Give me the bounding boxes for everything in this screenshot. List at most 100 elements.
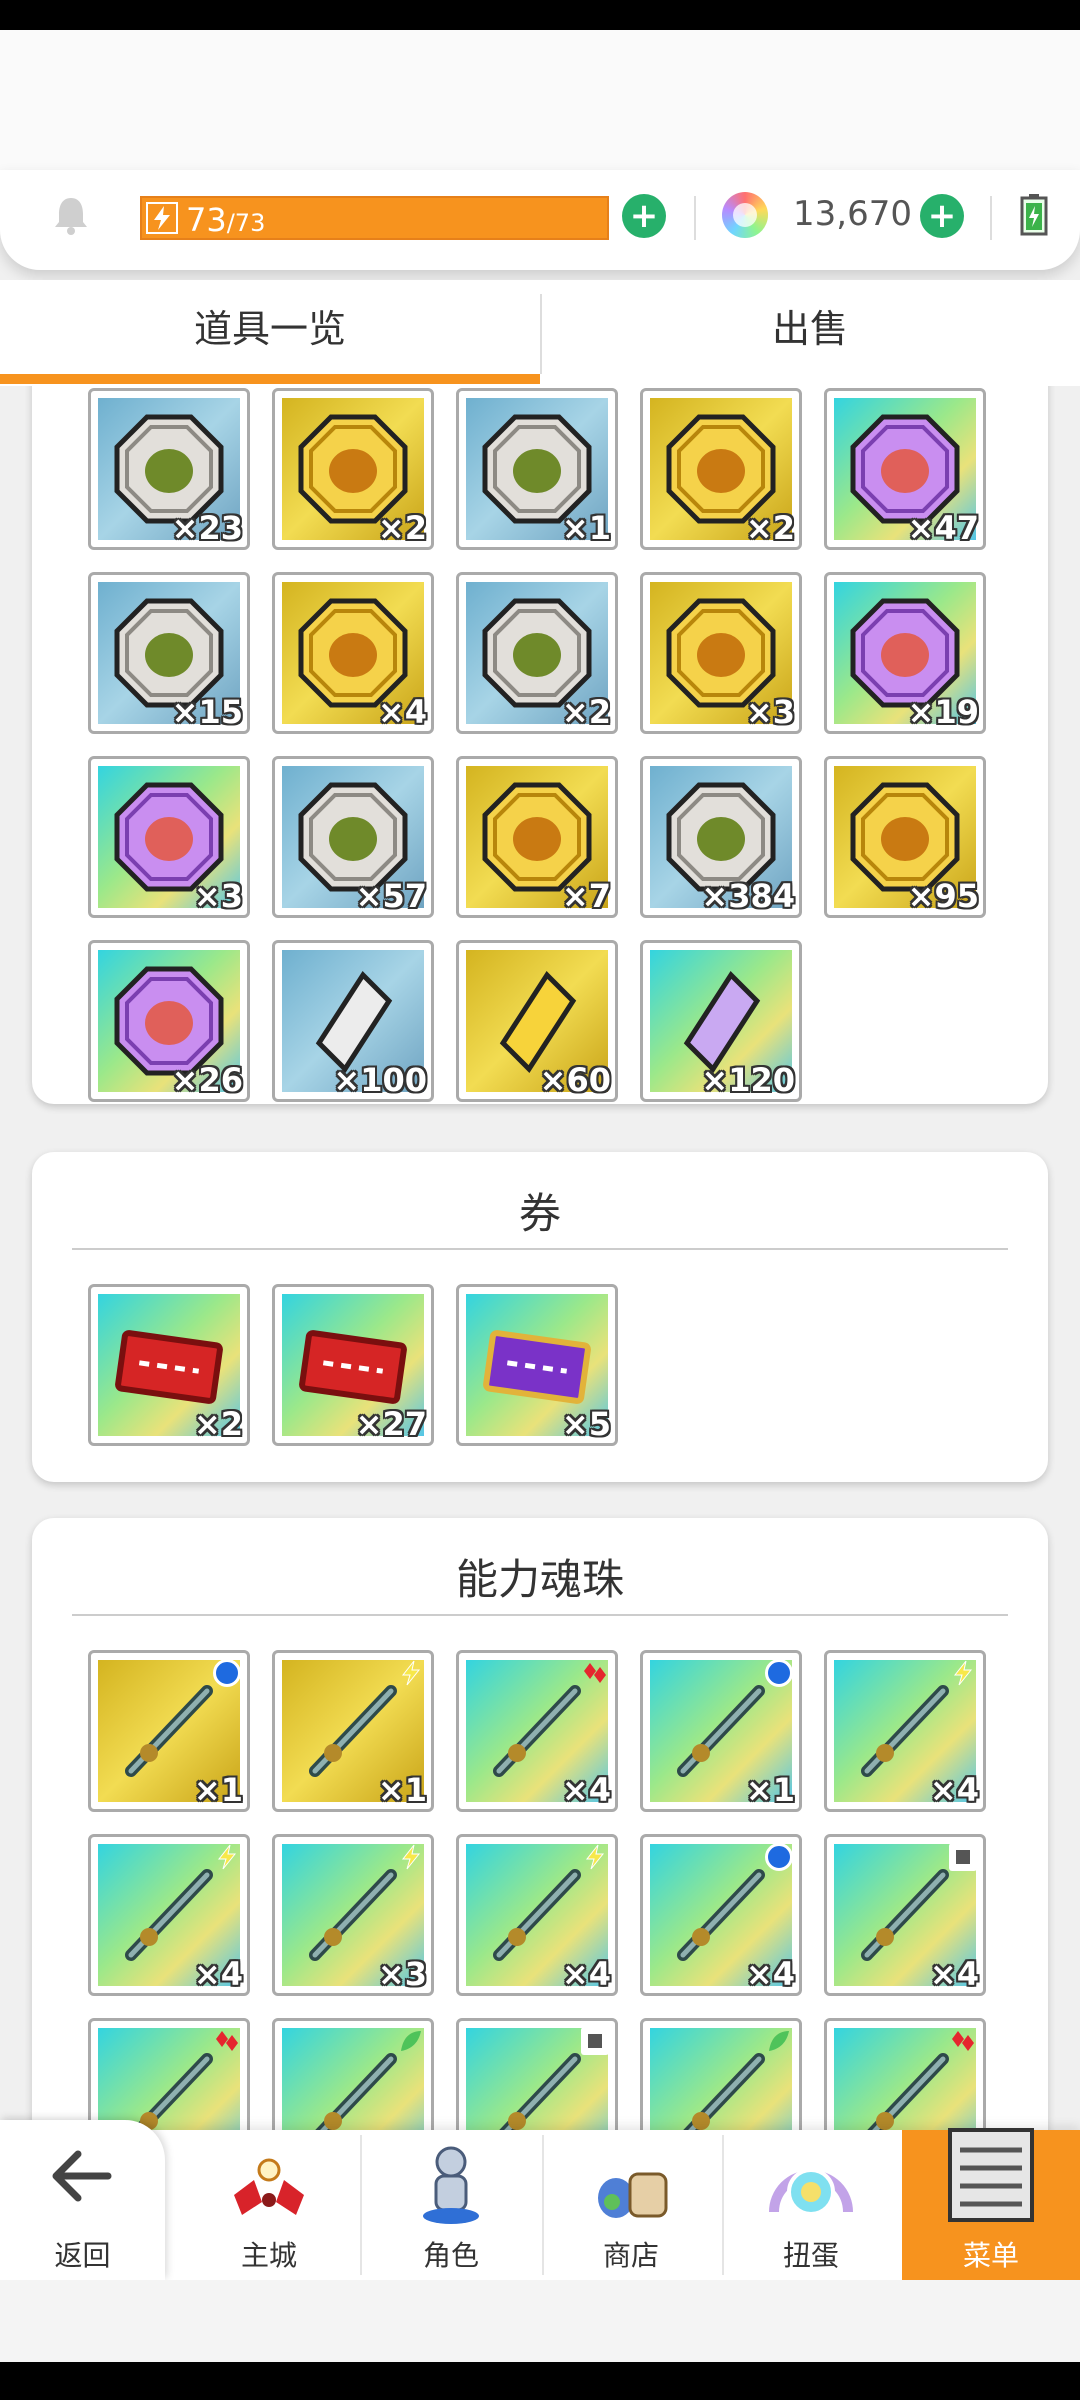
item-slot[interactable]	[272, 2018, 434, 2130]
item-slot[interactable]: ×1	[640, 1650, 802, 1812]
item-slot[interactable]: ×4	[272, 572, 434, 734]
item-quantity: ×2	[193, 1405, 243, 1443]
section-title: 能力魂珠	[455, 1555, 624, 1604]
item-slot[interactable]: ×4	[824, 1650, 986, 1812]
nav-label: 主城	[240, 2239, 297, 2272]
orb-circle-icon	[765, 1843, 793, 1871]
item-slot[interactable]	[824, 2018, 986, 2130]
item-quantity: ×4	[193, 1955, 243, 1993]
menu-icon	[948, 2128, 1034, 2222]
item-quantity: ×120	[701, 1061, 795, 1099]
item-slot[interactable]: ×23	[88, 388, 250, 550]
item-quantity: ×57	[355, 877, 427, 915]
item-slot[interactable]: ×26	[88, 940, 250, 1102]
item-slot[interactable]: ×4	[824, 1834, 986, 1996]
lightning-badge-icon	[949, 1659, 977, 1687]
nav-shop[interactable]: 商店	[542, 2130, 720, 2280]
nav-label: 角色	[422, 2239, 479, 2272]
item-quantity: ×3	[193, 877, 243, 915]
dark-axe-icon	[683, 2053, 765, 2130]
item-quantity: ×1	[745, 1771, 795, 1809]
item-slot[interactable]	[456, 2018, 618, 2130]
system-status-bar	[0, 0, 1080, 30]
nav-menu[interactable]: 菜单	[902, 2128, 1080, 2280]
gems-badge-icon	[949, 2027, 977, 2055]
nav-gacha[interactable]: 扭蛋	[722, 2130, 900, 2280]
item-slot[interactable]: ×2	[456, 572, 618, 734]
nav-label: 商店	[602, 2239, 659, 2272]
character-icon	[423, 2146, 479, 2224]
item-slot[interactable]: ×4	[640, 1834, 802, 1996]
item-quantity: ×1	[377, 1771, 427, 1809]
item-quantity: ×26	[171, 1061, 243, 1099]
item-list-scroll[interactable]: ×23 ×2 ×1 ×2 ×47 ×15 ×4 ×2 ×3 ×19 ×3 ×57 ×7 ×384 ×95 ×2…	[0, 386, 1080, 2130]
item-slot[interactable]: ×100	[272, 940, 434, 1102]
item-slot[interactable]: ×384	[640, 756, 802, 918]
energy-max: /73	[226, 209, 266, 237]
item-quantity: ×19	[907, 693, 979, 731]
energy-current: 73	[186, 201, 227, 239]
item-slot[interactable]: ×19	[824, 572, 986, 734]
section-divider	[72, 1248, 1008, 1250]
divider	[694, 196, 696, 240]
orb-circle-icon	[765, 1659, 793, 1687]
item-slot[interactable]: ×2	[272, 388, 434, 550]
lightning-icon	[146, 202, 178, 234]
item-quantity: ×3	[745, 693, 795, 731]
item-quantity: ×23	[171, 509, 243, 547]
item-slot[interactable]: ×3	[272, 1834, 434, 1996]
gems-badge-icon	[581, 1659, 609, 1687]
item-quantity: ×4	[561, 1955, 611, 1993]
arrow-left-icon	[52, 2150, 112, 2202]
item-slot[interactable]: ×1	[272, 1650, 434, 1812]
energy-bar: 73/73	[140, 196, 609, 240]
item-slot[interactable]: ×60	[456, 940, 618, 1102]
item-slot[interactable]: ×4	[88, 1834, 250, 1996]
item-slot[interactable]: ×120	[640, 940, 802, 1102]
nav-character[interactable]: 角色	[362, 2130, 540, 2280]
item-slot[interactable]: ×57	[272, 756, 434, 918]
item-quantity: ×384	[701, 877, 795, 915]
section-divider	[72, 1614, 1008, 1616]
top-spacer	[0, 30, 1080, 170]
lightning-badge-icon	[581, 1843, 609, 1871]
item-quantity: ×4	[929, 1955, 979, 1993]
item-slot[interactable]: ×27	[272, 1284, 434, 1446]
resource-hud: 73/73 + 13,670 +	[0, 170, 1080, 270]
fan-icon	[499, 2053, 581, 2130]
item-quantity: ×60	[539, 1061, 611, 1099]
item-slot[interactable]: ×4	[456, 1834, 618, 1996]
item-quantity: ×4	[377, 693, 427, 731]
item-slot[interactable]: ×1	[88, 1650, 250, 1812]
item-slot[interactable]: ×3	[640, 572, 802, 734]
item-quantity: ×4	[561, 1771, 611, 1809]
nav-label: 菜单	[962, 2239, 1019, 2272]
section-title: 券	[518, 1189, 561, 1238]
gacha-icon	[769, 2168, 853, 2216]
medal-section: ×23 ×2 ×1 ×2 ×47 ×15 ×4 ×2 ×3 ×19 ×3 ×57 ×7 ×384 ×95 ×2…	[32, 386, 1048, 1104]
item-quantity: ×47	[907, 509, 979, 547]
item-quantity: ×7	[561, 877, 611, 915]
nav-castle[interactable]: 主城	[180, 2130, 358, 2280]
item-slot[interactable]: ×95	[824, 756, 986, 918]
item-slot[interactable]: ×15	[88, 572, 250, 734]
item-slot[interactable]: ×2	[88, 1284, 250, 1446]
bell-icon[interactable]	[48, 192, 94, 238]
add-energy-button[interactable]: +	[622, 194, 666, 238]
item-slot[interactable]: ×4	[456, 1650, 618, 1812]
item-slot[interactable]: ×47	[824, 388, 986, 550]
item-slot[interactable]: ×7	[456, 756, 618, 918]
item-slot[interactable]: ×2	[640, 388, 802, 550]
tab-item-list[interactable]: 道具一览	[0, 280, 540, 386]
tab-sell[interactable]: 出售	[540, 280, 1080, 386]
tab-bar: 道具一览 出售	[0, 280, 1080, 386]
item-slot[interactable]: ×5	[456, 1284, 618, 1446]
item-slot[interactable]: ×3	[88, 756, 250, 918]
item-slot[interactable]	[88, 2018, 250, 2130]
ticket-section: 券 ×2 ×27 ×5	[32, 1152, 1048, 1482]
item-slot[interactable]	[640, 2018, 802, 2130]
gems-badge-icon	[213, 2027, 241, 2055]
add-gems-button[interactable]: +	[920, 194, 964, 238]
back-button[interactable]: 返回	[0, 2120, 165, 2280]
item-slot[interactable]: ×1	[456, 388, 618, 550]
